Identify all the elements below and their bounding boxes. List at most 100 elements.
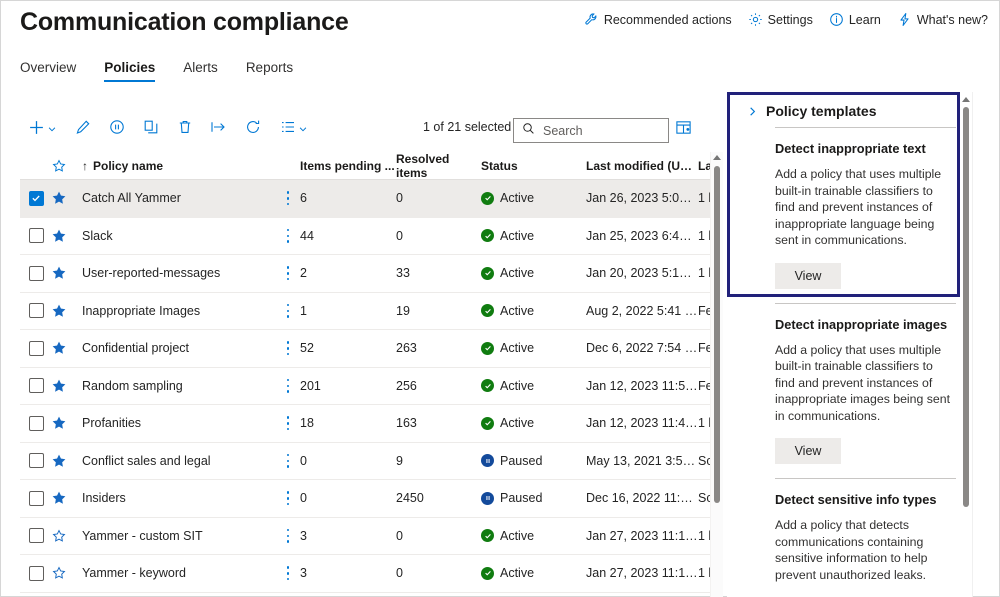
row-checkbox[interactable] [20,453,52,469]
refresh-button[interactable] [238,115,268,145]
table-body: Catch All Yammer 6 0 Active Jan 26, 2023 5:0… [20,180,720,593]
row-more-options-icon[interactable] [276,491,300,506]
favorite-star-icon[interactable] [52,266,82,280]
search-box[interactable] [513,118,669,143]
header-items-pending[interactable]: Items pending ... [300,159,396,173]
table-row[interactable]: Yammer - keyword 3 0 Active Jan 27, 2023 11:… [20,555,720,593]
header-resolved-items[interactable]: Resolved items [396,152,481,180]
export-button[interactable] [204,115,234,145]
favorite-star-icon[interactable] [52,379,82,393]
create-policy-button[interactable] [20,115,64,145]
table-row[interactable]: Random sampling 201 256 Active Jan 12, 2023 … [20,368,720,405]
template-description: Add a policy that detects communications… [775,518,928,582]
policy-name-cell[interactable]: User-reported-messages [82,266,276,280]
pencil-icon [75,119,91,140]
policy-name-cell[interactable]: Insiders [82,491,276,505]
view-options-button[interactable] [272,115,316,145]
favorite-star-icon[interactable] [52,191,82,205]
row-checkbox[interactable] [20,415,52,431]
header-last-modified[interactable]: Last modified (UTC) [586,159,698,173]
tab-overview[interactable]: Overview [20,58,90,82]
panel-scrollbar[interactable] [960,96,972,556]
recommended-actions-button[interactable]: Recommended actions [584,12,732,27]
favorite-star-icon[interactable] [52,229,82,243]
search-input[interactable] [541,122,660,139]
favorite-star-icon[interactable] [52,304,82,318]
table-scrollbar[interactable] [710,152,723,597]
row-more-options-icon[interactable] [276,191,300,206]
row-more-options-icon[interactable] [276,528,300,543]
table-row[interactable]: Inappropriate Images 1 19 Active Aug 2, 2022… [20,293,720,330]
column-options-icon[interactable] [675,119,692,141]
panel-scroll-thumb[interactable] [963,107,969,507]
row-checkbox[interactable] [20,378,52,394]
delete-policy-button[interactable] [170,115,200,145]
row-checkbox[interactable] [20,190,52,206]
table-row[interactable]: User-reported-messages 2 33 Active Jan 20, 2… [20,255,720,293]
table-scroll-thumb[interactable] [714,166,720,503]
edit-policy-button[interactable] [68,115,98,145]
table-row[interactable]: Catch All Yammer 6 0 Active Jan 26, 2023 5:0… [20,180,720,218]
pause-policy-button[interactable] [102,115,132,145]
scroll-up-icon[interactable] [713,154,721,162]
table-row[interactable]: Profanities 18 163 Active Jan 12, 2023 11:46… [20,405,720,443]
favorite-star-icon[interactable] [52,529,82,543]
table-row[interactable]: Slack440ActiveJan 25, 2023 6:43 A...1 ho… [20,218,720,255]
learn-button[interactable]: Learn [829,12,881,27]
row-more-options-icon[interactable] [276,228,300,243]
policy-name-cell[interactable]: Profanities [82,416,276,430]
policy-name-cell[interactable]: Yammer - custom SIT [82,529,276,543]
policy-name-cell[interactable]: Inappropriate Images [82,304,276,318]
whats-new-button[interactable]: What's new? [897,12,988,27]
row-more-options-icon[interactable] [276,416,300,431]
trash-icon [177,119,193,140]
view-template-button[interactable]: View [775,262,841,289]
table-row[interactable]: Conflict sales and legal 0 9 Paused May 13, … [20,443,720,480]
row-more-options-icon[interactable] [276,303,300,318]
favorite-star-icon[interactable] [52,566,82,580]
policy-name-cell[interactable]: Catch All Yammer [82,191,276,205]
row-checkbox[interactable] [20,228,52,244]
favorite-star-icon[interactable] [52,416,82,430]
items-pending-cell: 1 [300,303,307,318]
row-more-options-icon[interactable] [276,566,300,581]
items-pending-cell: 44 [300,228,314,243]
policy-name-cell[interactable]: Random sampling [82,379,276,393]
favorite-star-icon[interactable] [52,454,82,468]
scroll-up-icon[interactable] [962,96,970,104]
policy-name-cell[interactable]: Confidential project [82,341,276,355]
table-row[interactable]: Yammer - custom SIT 3 0 Active Jan 27, 2023 … [20,518,720,555]
favorite-star-icon[interactable] [52,341,82,355]
last-modified-cell: Jan 26, 2023 5:02 PM [586,191,698,206]
header-favorite-icon[interactable] [52,158,82,173]
policy-templates-header[interactable]: Policy templates [747,92,956,119]
header-status[interactable]: Status [481,159,586,173]
policy-name-cell[interactable]: Yammer - keyword [82,566,276,580]
resolved-items-cell: 33 [396,266,410,281]
row-checkbox[interactable] [20,265,52,281]
row-more-options-icon[interactable] [276,378,300,393]
policy-name-cell[interactable]: Slack [82,229,276,243]
favorite-star-icon[interactable] [52,491,82,505]
table-row[interactable]: Confidential project 52 263 Active Dec 6, 20… [20,330,720,368]
header-policy-name[interactable]: ↑ Policy name [82,159,276,173]
tab-reports[interactable]: Reports [232,58,307,82]
table-row[interactable]: Insiders 0 2450 Paused Dec 16, 2022 11:26...… [20,480,720,518]
row-checkbox[interactable] [20,303,52,319]
row-checkbox[interactable] [20,490,52,506]
tab-alerts[interactable]: Alerts [169,58,232,82]
row-checkbox[interactable] [20,340,52,356]
row-checkbox[interactable] [20,528,52,544]
row-more-options-icon[interactable] [276,266,300,281]
tab-policies[interactable]: Policies [90,58,169,82]
view-template-button[interactable]: View [775,438,841,464]
policies-table: ↑ Policy name Items pending ... Resolved … [20,152,720,597]
status-active-icon [481,416,494,430]
chevron-right-icon[interactable] [747,106,758,117]
policy-name-cell[interactable]: Conflict sales and legal [82,454,276,468]
row-checkbox[interactable] [20,565,52,581]
row-more-options-icon[interactable] [276,341,300,356]
copy-policy-button[interactable] [136,115,166,145]
row-more-options-icon[interactable] [276,453,300,468]
settings-button[interactable]: Settings [748,12,813,27]
